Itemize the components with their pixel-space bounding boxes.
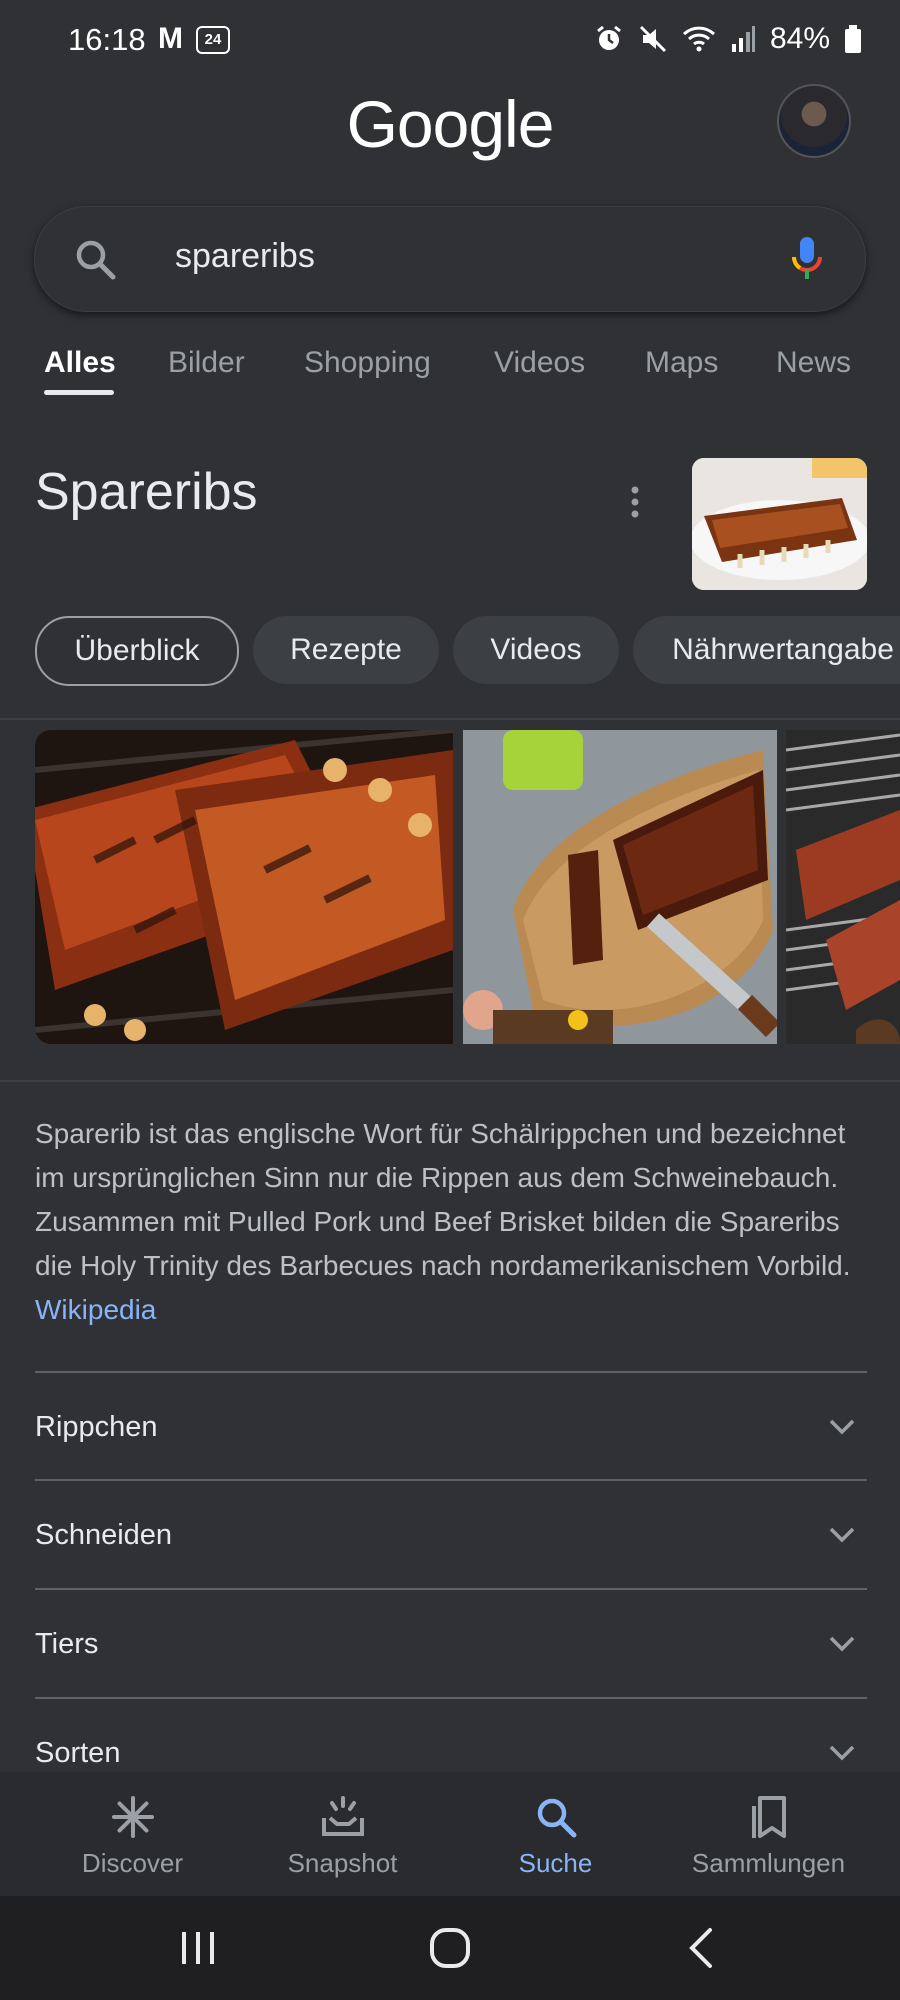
status-bar: 16:18 M 24 84%: [0, 0, 900, 84]
more-vert-icon[interactable]: [622, 482, 648, 522]
search-tabs: Alles Bilder Shopping Videos Maps News: [0, 338, 900, 398]
entity-thumbnail[interactable]: [692, 458, 867, 590]
chip-rezepte[interactable]: Rezepte: [253, 616, 439, 684]
accordion-tiers[interactable]: Tiers: [35, 1588, 867, 1698]
home-icon[interactable]: [428, 1926, 472, 1970]
accordion-label: Sorten: [35, 1737, 121, 1769]
news24-notification-icon: 24: [196, 26, 230, 54]
accordion-label: Schneiden: [35, 1519, 173, 1551]
accordion-rippchen[interactable]: Rippchen: [35, 1371, 867, 1481]
entity-title: Spareribs: [35, 463, 258, 521]
divider: [0, 718, 900, 720]
ribs-thumbnail-image: [692, 458, 867, 590]
nav-sammlungen[interactable]: Sammlungen: [656, 1772, 881, 1896]
tab-bilder[interactable]: Bilder: [168, 346, 245, 380]
snapshot-icon: [322, 1796, 364, 1836]
chevron-down-icon: [829, 1419, 855, 1435]
search-icon: [537, 1798, 577, 1838]
image-result-3[interactable]: [786, 730, 900, 1044]
entity-description: Sparerib ist das englische Wort für Schä…: [35, 1112, 875, 1332]
chevron-down-icon: [829, 1745, 855, 1761]
tab-videos[interactable]: Videos: [494, 346, 585, 380]
asterisk-icon: [112, 1796, 154, 1838]
accordion-label: Tiers: [35, 1628, 99, 1660]
search-input[interactable]: spareribs: [175, 237, 315, 276]
chip-ueberblick[interactable]: Überblick: [35, 616, 239, 686]
status-icons: 84%: [594, 22, 862, 56]
tab-alles[interactable]: Alles: [44, 346, 116, 380]
image-result-2[interactable]: [463, 730, 777, 1044]
tab-maps[interactable]: Maps: [645, 346, 718, 380]
chevron-down-icon: [829, 1527, 855, 1543]
status-time: 16:18: [68, 22, 146, 57]
chip-videos[interactable]: Videos: [453, 616, 619, 684]
back-icon[interactable]: [686, 1926, 716, 1970]
wifi-icon: [682, 26, 715, 52]
tab-news[interactable]: News: [776, 346, 851, 380]
image-result-1[interactable]: [35, 730, 453, 1044]
nav-discover[interactable]: Discover: [20, 1772, 245, 1896]
recent-apps-icon[interactable]: [178, 1928, 218, 1968]
active-tab-indicator: [44, 390, 114, 395]
search-bar[interactable]: spareribs: [34, 206, 866, 312]
system-navigation-bar: [0, 1896, 900, 2000]
chip-naehrwertangabe[interactable]: Nährwertangabe: [633, 616, 900, 684]
mute-icon: [639, 25, 667, 53]
nav-label: Snapshot: [287, 1848, 398, 1878]
gmail-notification-icon: M: [158, 22, 183, 55]
entity-chips: Überblick Rezepte Videos Nährwertangabe: [0, 616, 900, 690]
nav-snapshot[interactable]: Snapshot: [230, 1772, 455, 1896]
description-text: Sparerib ist das englische Wort für Schä…: [35, 1118, 851, 1281]
wikipedia-link[interactable]: Wikipedia: [35, 1294, 156, 1325]
accordion-schneiden[interactable]: Schneiden: [35, 1479, 867, 1589]
battery-percent: 84%: [769, 22, 830, 55]
signal-icon: [731, 26, 755, 52]
accordion-label: Rippchen: [35, 1411, 158, 1443]
chevron-down-icon: [829, 1636, 855, 1652]
account-avatar[interactable]: [777, 84, 851, 158]
divider: [0, 1080, 900, 1082]
nav-label: Suche: [518, 1848, 593, 1878]
google-logo[interactable]: Google: [0, 86, 900, 162]
bottom-navigation: Discover Snapshot Suche Sammlungen: [0, 1772, 900, 1896]
nav-suche[interactable]: Suche: [443, 1772, 668, 1896]
nav-label: Sammlungen: [691, 1848, 846, 1878]
tab-shopping[interactable]: Shopping: [304, 346, 431, 380]
alarm-icon: [597, 25, 621, 50]
ribs-on-grill-image: [786, 730, 900, 1044]
search-icon: [76, 240, 116, 280]
battery-icon: [845, 25, 861, 53]
mic-icon[interactable]: [789, 235, 825, 283]
ribs-on-board-image: [463, 730, 777, 1044]
collections-icon: [752, 1796, 786, 1838]
grilled-ribs-image: [35, 730, 453, 1044]
nav-label: Discover: [81, 1848, 184, 1878]
